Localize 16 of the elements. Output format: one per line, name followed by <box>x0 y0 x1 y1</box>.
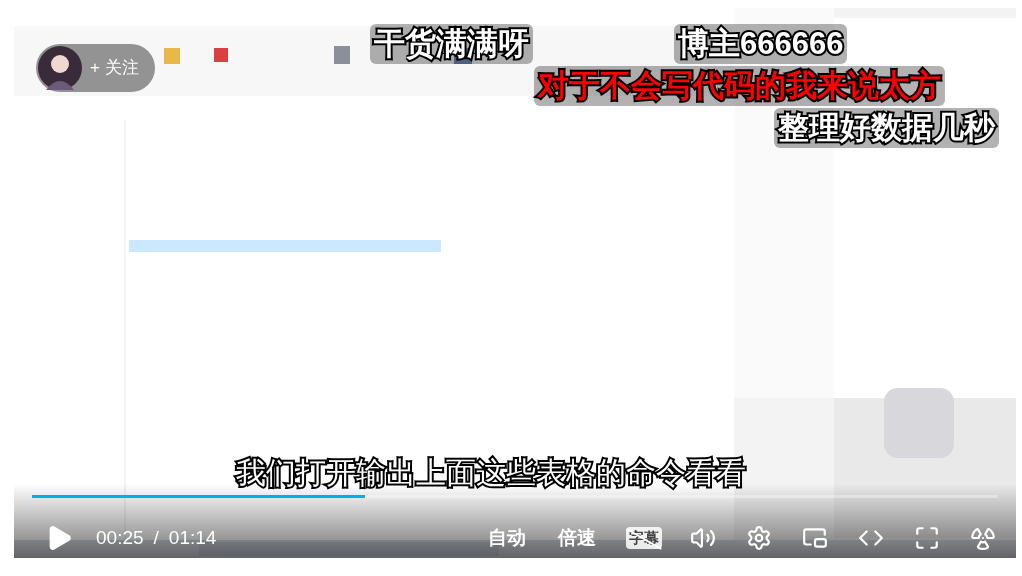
danmaku-comment: 对于不会写代码的我来说太方 <box>534 66 945 106</box>
danmaku-comment: 整理好数据几秒 <box>774 108 999 148</box>
fullscreen-icon[interactable] <box>914 525 940 551</box>
avatar-icon <box>38 46 82 90</box>
picture-in-picture-icon[interactable] <box>802 525 828 551</box>
current-time: 00:25 <box>96 525 144 550</box>
follow-button[interactable]: + 关注 <box>90 55 139 81</box>
settings-icon[interactable] <box>746 525 772 551</box>
volume-icon[interactable] <box>690 525 716 551</box>
speed-button[interactable]: 倍速 <box>558 523 596 553</box>
radiation-icon[interactable] <box>970 525 996 551</box>
uploader-badge[interactable]: + 关注 <box>36 44 155 92</box>
time-separator: / <box>153 525 159 550</box>
quality-button[interactable]: 自动 <box>488 523 526 553</box>
duration: 01:14 <box>168 525 217 550</box>
progress-track[interactable] <box>32 495 998 498</box>
